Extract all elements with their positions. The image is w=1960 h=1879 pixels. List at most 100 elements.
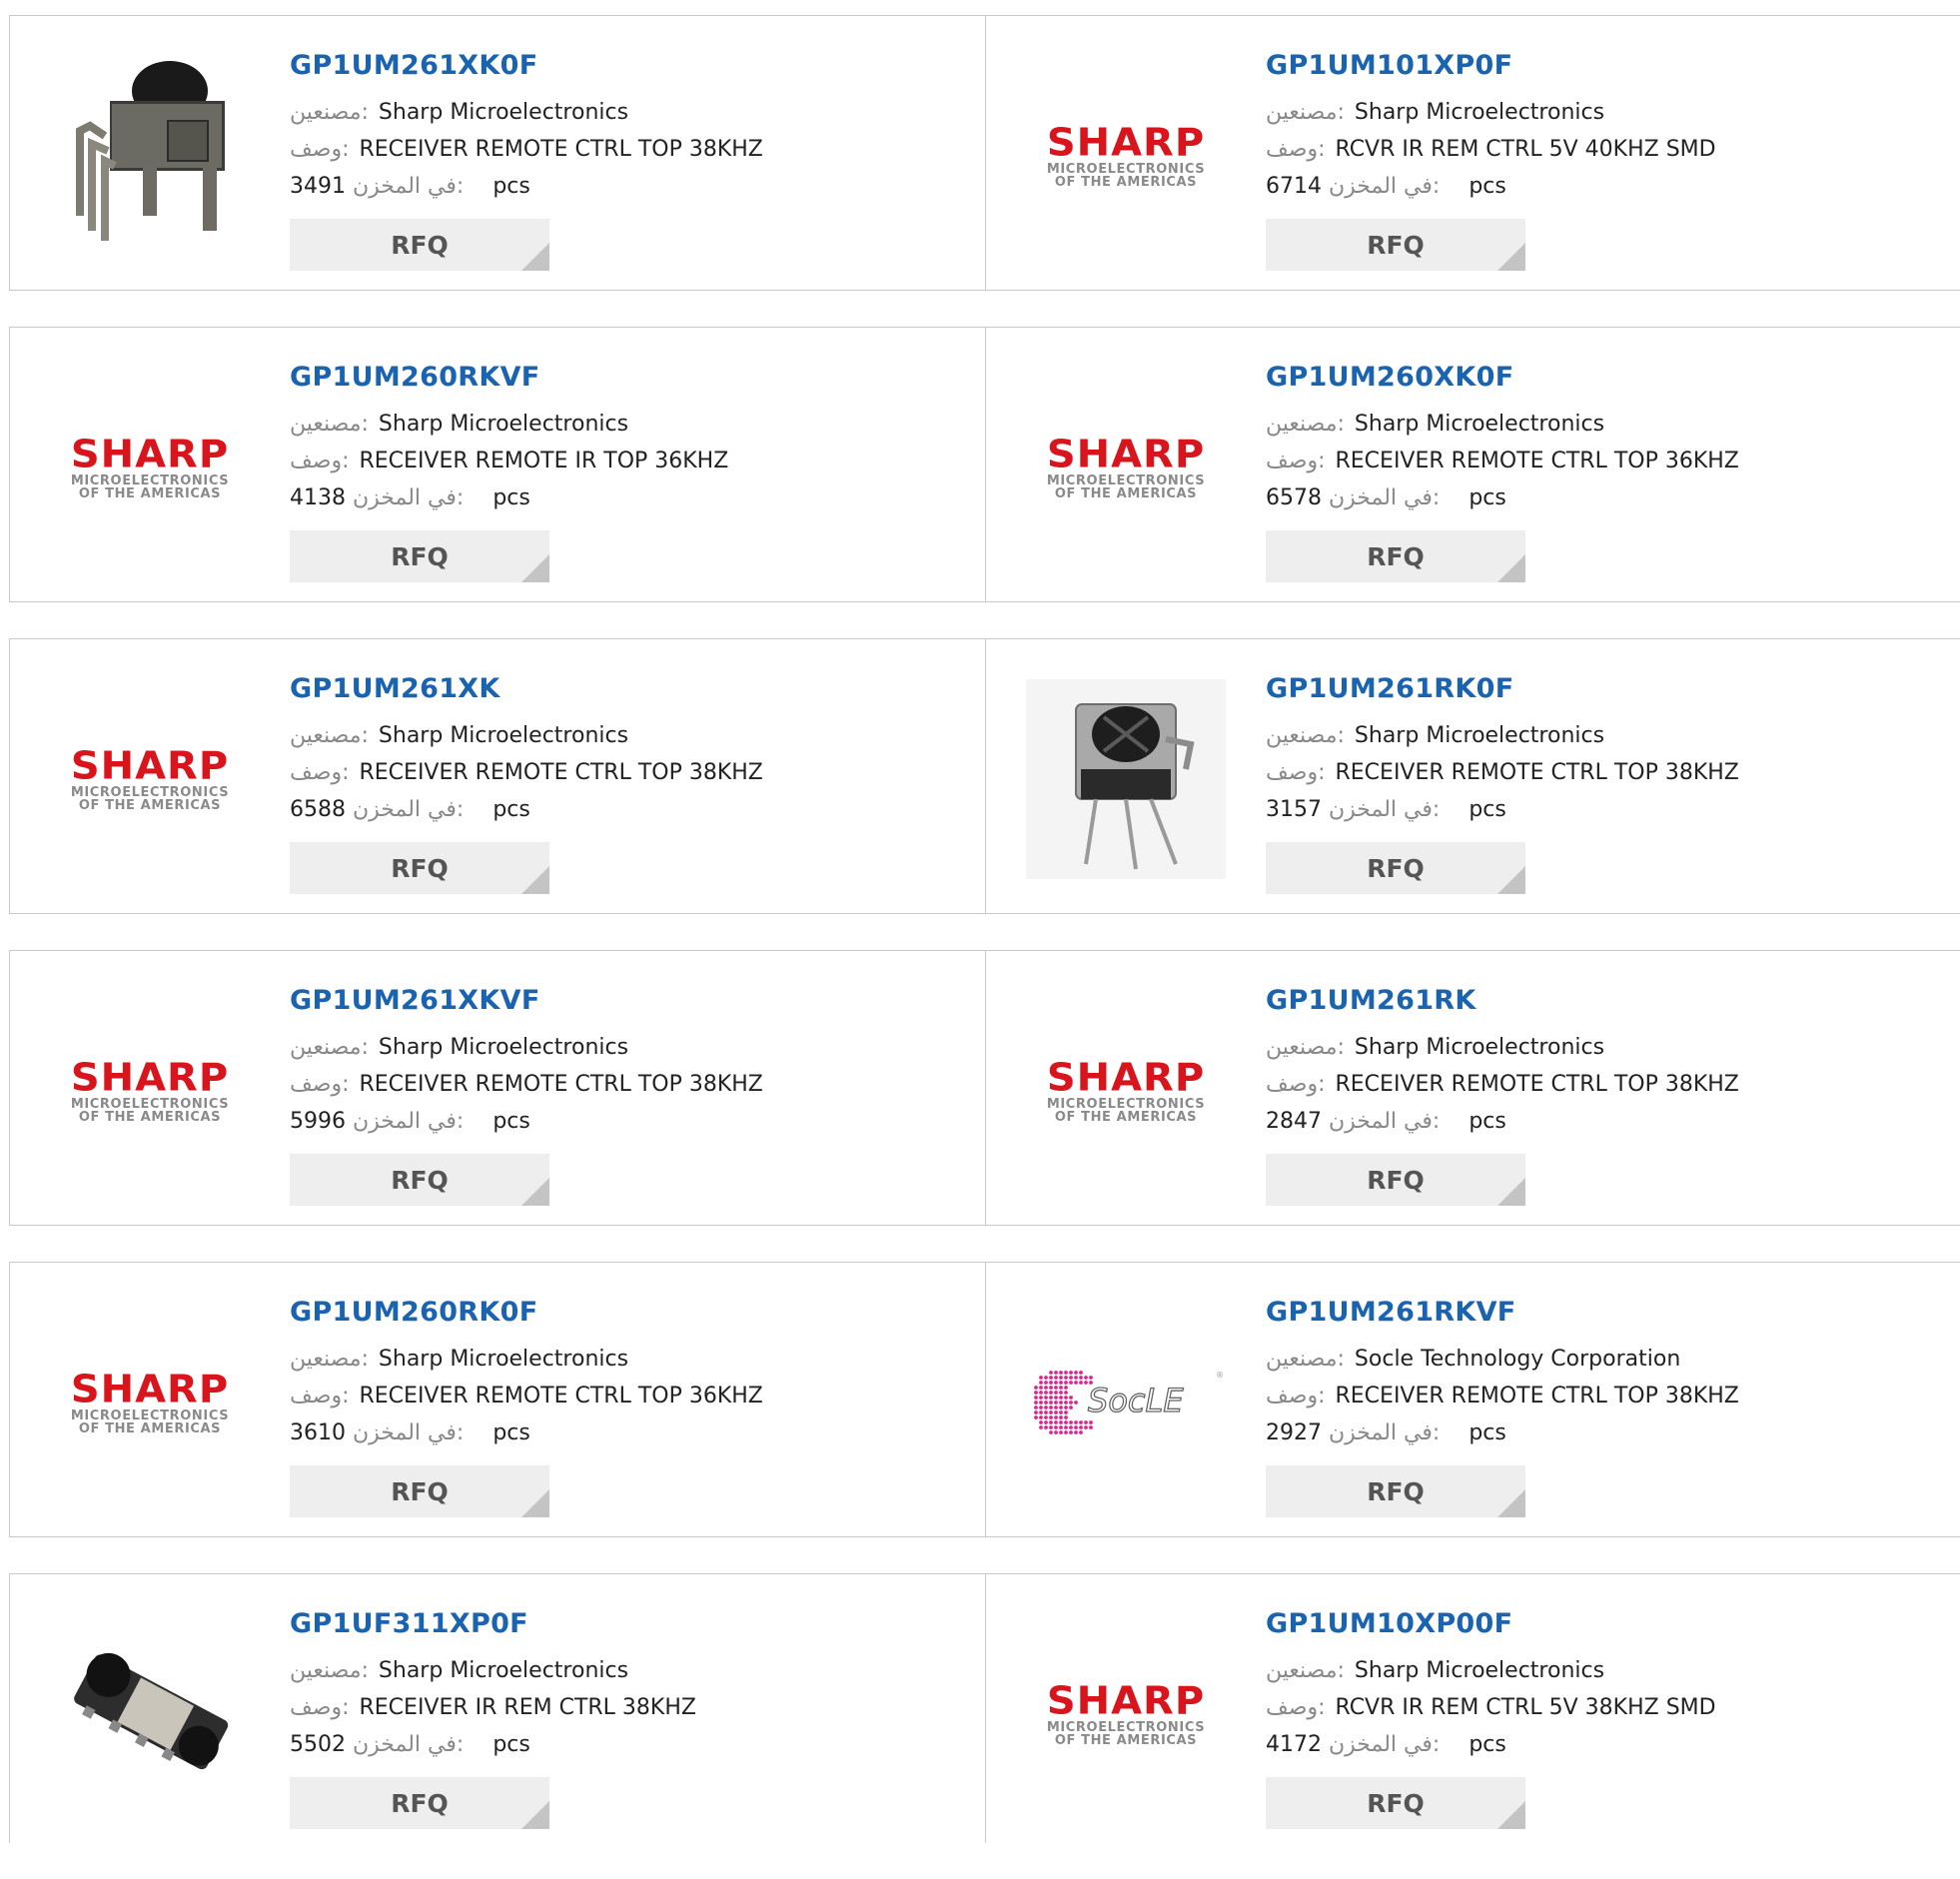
stock-unit: pcs — [1469, 1732, 1506, 1757]
stock-row: 6588 في المخزن: pcs — [290, 791, 949, 828]
product-image[interactable]: SHARP MICROELECTRONICS OF THE AMERICAS — [1026, 991, 1226, 1191]
manufacturer-row: مصنعين: Sharp Microelectronics — [1266, 406, 1925, 443]
stock-quantity: 3157 — [1266, 797, 1322, 822]
description-label: وصف: — [1266, 1384, 1326, 1409]
part-number-link[interactable]: GP1UM261XK — [290, 669, 949, 709]
product-info: GP1UM261XK مصنعين: Sharp Microelectronics… — [290, 669, 949, 894]
part-number-link[interactable]: GP1UM261XK0F — [290, 46, 949, 86]
manufacturer-label: مصنعين: — [290, 1035, 369, 1060]
product-image[interactable]: SHARP MICROELECTRONICS OF THE AMERICAS — [1026, 368, 1226, 567]
stock-unit: pcs — [492, 1420, 530, 1445]
stock-label: في المخزن: — [353, 174, 465, 199]
stock-label: في المخزن: — [1329, 1420, 1441, 1445]
description-row: وصف: RECEIVER REMOTE CTRL TOP 36KHZ — [1266, 443, 1925, 479]
description-value: RECEIVER REMOTE CTRL TOP 36KHZ — [359, 1384, 763, 1409]
product-image[interactable]: SHARP MICROELECTRONICS OF THE AMERICAS — [50, 991, 250, 1191]
part-number-link[interactable]: GP1UM261XKVF — [290, 981, 949, 1021]
rfq-button[interactable]: RFQ — [290, 1154, 549, 1206]
product-image[interactable]: SHARP MICROELECTRONICS OF THE AMERICAS — [50, 1303, 250, 1502]
product-image[interactable]: SHARP MICROELECTRONICS OF THE AMERICAS — [50, 679, 250, 879]
rfq-button[interactable]: RFQ — [290, 219, 549, 271]
rfq-button[interactable]: RFQ — [1266, 530, 1525, 582]
description-value: RECEIVER REMOTE CTRL TOP 38KHZ — [359, 137, 763, 162]
product-info: GP1UM260RK0F مصنعين: Sharp Microelectroni… — [290, 1293, 949, 1517]
product-image[interactable]: SHARP MICROELECTRONICS OF THE AMERICAS — [50, 368, 250, 567]
product-card: SHARP MICROELECTRONICS OF THE AMERICAS GP1… — [985, 16, 1960, 290]
part-number-link[interactable]: GP1UM260XK0F — [1266, 358, 1925, 398]
part-number-link[interactable]: GP1UM260RK0F — [290, 1293, 949, 1333]
product-image[interactable]: SocLE ® — [1026, 1303, 1226, 1502]
stock-row: 3157 في المخزن: pcs — [1266, 791, 1925, 828]
description-row: وصف: RECEIVER REMOTE CTRL TOP 38KHZ — [1266, 754, 1925, 791]
description-label: وصف: — [1266, 760, 1326, 785]
part-number-link[interactable]: GP1UM261RK0F — [1266, 669, 1925, 709]
stock-quantity: 2847 — [1266, 1109, 1322, 1134]
sharp-logo: SHARP MICROELECTRONICS OF THE AMERICAS — [1026, 435, 1226, 500]
rfq-button[interactable]: RFQ — [290, 1777, 549, 1829]
part-number-link[interactable]: GP1UM260RKVF — [290, 358, 949, 398]
part-number-link[interactable]: GP1UM261RKVF — [1266, 1293, 1925, 1333]
manufacturer-label: مصنعين: — [1266, 412, 1345, 437]
rfq-button[interactable]: RFQ — [1266, 1465, 1525, 1517]
sharp-logo-subtitle: OF THE AMERICAS — [78, 486, 222, 501]
rfq-button[interactable]: RFQ — [290, 530, 549, 582]
manufacturer-label: مصنعين: — [290, 1347, 369, 1372]
description-label: وصف: — [290, 1695, 350, 1720]
part-number-link[interactable]: GP1UF311XP0F — [290, 1604, 949, 1644]
sharp-logo-subtitle: OF THE AMERICAS — [1054, 175, 1198, 190]
description-value: RCVR IR REM CTRL 5V 38KHZ SMD — [1335, 1695, 1716, 1720]
stock-row: 2927 في المخزن: pcs — [1266, 1414, 1925, 1451]
product-image[interactable] — [50, 56, 250, 256]
socle-logo-text: SocLE — [1088, 1382, 1184, 1419]
smd-receiver-image — [50, 1614, 250, 1814]
manufacturer-row: مصنعين: Sharp Microelectronics — [290, 406, 949, 443]
manufacturer-label: مصنعين: — [1266, 1347, 1345, 1372]
product-card: SHARP MICROELECTRONICS OF THE AMERICAS GP1… — [10, 639, 985, 913]
manufacturer-label: مصنعين: — [290, 1658, 369, 1683]
stock-quantity: 6578 — [1266, 485, 1322, 510]
manufacturer-value: Sharp Microelectronics — [378, 723, 629, 748]
rfq-button[interactable]: RFQ — [1266, 1777, 1525, 1829]
manufacturer-value: Sharp Microelectronics — [1354, 1035, 1605, 1060]
product-image[interactable] — [1026, 679, 1226, 879]
manufacturer-label: مصنعين: — [290, 100, 369, 125]
stock-quantity: 6588 — [290, 797, 346, 822]
product-image[interactable]: SHARP MICROELECTRONICS OF THE AMERICAS — [1026, 56, 1226, 256]
stock-unit: pcs — [492, 1109, 530, 1134]
rfq-button[interactable]: RFQ — [1266, 842, 1525, 894]
product-image[interactable]: SHARP MICROELECTRONICS OF THE AMERICAS — [1026, 1614, 1226, 1814]
product-card: GP1UM261RK0F مصنعين: Sharp Microelectroni… — [985, 639, 1960, 913]
description-value: RCVR IR REM CTRL 5V 40KHZ SMD — [1335, 137, 1716, 162]
description-label: وصف: — [1266, 1072, 1326, 1097]
stock-row: 4138 في المخزن: pcs — [290, 479, 949, 516]
description-value: RECEIVER REMOTE CTRL TOP 38KHZ — [1335, 1384, 1739, 1409]
rfq-button[interactable]: RFQ — [290, 842, 549, 894]
product-info: GP1UM10XP00F مصنعين: Sharp Microelectroni… — [1266, 1604, 1925, 1829]
product-info: GP1UM261XKVF مصنعين: Sharp Microelectroni… — [290, 981, 949, 1206]
sharp-logo: SHARP MICROELECTRONICS OF THE AMERICAS — [50, 746, 250, 812]
product-card: GP1UF311XP0F مصنعين: Sharp Microelectroni… — [10, 1574, 985, 1843]
product-info: GP1UM260RKVF مصنعين: Sharp Microelectroni… — [290, 358, 949, 582]
description-value: RECEIVER REMOTE CTRL TOP 36KHZ — [1335, 449, 1739, 473]
product-info: GP1UM101XP0F مصنعين: Sharp Microelectroni… — [1266, 46, 1925, 271]
manufacturer-label: مصنعين: — [290, 412, 369, 437]
part-number-link[interactable]: GP1UM261RK — [1266, 981, 1925, 1021]
product-info: GP1UM261RK0F مصنعين: Sharp Microelectroni… — [1266, 669, 1925, 894]
manufacturer-row: مصنعين: Sharp Microelectronics — [1266, 1029, 1925, 1066]
stock-label: في المخزن: — [1329, 485, 1441, 510]
product-info: GP1UF311XP0F مصنعين: Sharp Microelectroni… — [290, 1604, 949, 1829]
part-number-link[interactable]: GP1UM101XP0F — [1266, 46, 1925, 86]
rfq-button[interactable]: RFQ — [290, 1465, 549, 1517]
sharp-logo: SHARP MICROELECTRONICS OF THE AMERICAS — [1026, 1681, 1226, 1747]
sharp-logo-word: SHARP — [1046, 1056, 1206, 1100]
part-number-link[interactable]: GP1UM10XP00F — [1266, 1604, 1925, 1644]
manufacturer-label: مصنعين: — [1266, 100, 1345, 125]
manufacturer-row: مصنعين: Sharp Microelectronics — [290, 1341, 949, 1378]
rfq-button[interactable]: RFQ — [1266, 1154, 1525, 1206]
description-row: وصف: RECEIVER REMOTE CTRL TOP 38KHZ — [1266, 1066, 1925, 1103]
product-image[interactable] — [50, 1614, 250, 1814]
description-row: وصف: RECEIVER REMOTE IR TOP 36KHZ — [290, 443, 949, 479]
description-value: RECEIVER REMOTE CTRL TOP 38KHZ — [1335, 1072, 1739, 1097]
description-row: وصف: RCVR IR REM CTRL 5V 38KHZ SMD — [1266, 1689, 1925, 1726]
rfq-button[interactable]: RFQ — [1266, 219, 1525, 271]
